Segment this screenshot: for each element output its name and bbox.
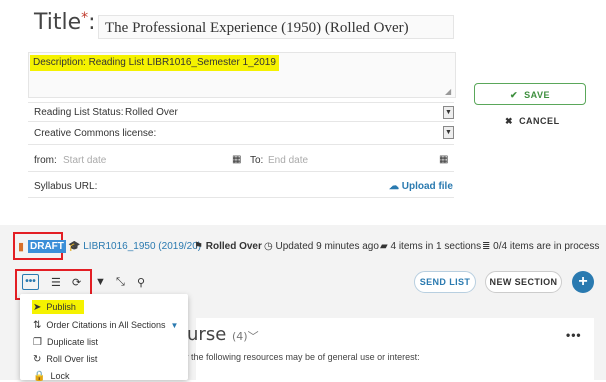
- start-date-input[interactable]: Start date: [63, 155, 106, 166]
- divider: [28, 171, 454, 172]
- menu-item-lock[interactable]: 🔒 Lock: [33, 371, 69, 382]
- section-title[interactable]: ourse (4)﹀: [176, 324, 259, 345]
- menu-item-publish-label: ➤ Publish: [33, 302, 76, 313]
- cancel-button[interactable]: ✖ CANCEL: [505, 116, 560, 127]
- status-label: Reading List Status:: [34, 107, 124, 118]
- title-label: Title*:: [34, 10, 96, 35]
- filter-icon[interactable]: ▼: [95, 276, 106, 288]
- file-icon: ▮: [18, 241, 25, 253]
- chevron-down-icon[interactable]: ﹀: [248, 330, 259, 343]
- search-icon[interactable]: ⚲: [137, 276, 145, 289]
- syllabus-label: Syllabus URL:: [34, 181, 98, 192]
- divider: [28, 144, 454, 145]
- list-icon: ≣: [482, 241, 491, 252]
- lock-icon: 🔒: [33, 371, 46, 382]
- send-icon: ➤: [33, 302, 42, 313]
- updated-status: ◷ Updated 9 minutes ago: [264, 241, 379, 252]
- section-options-button[interactable]: •••: [566, 328, 582, 342]
- copy-icon: ❐: [33, 337, 42, 348]
- cc-label: Creative Commons license:: [34, 128, 157, 139]
- required-star: *: [81, 10, 89, 26]
- draft-badge[interactable]: DRAFT: [28, 240, 66, 253]
- end-date-input[interactable]: End date: [268, 155, 308, 166]
- calendar-icon[interactable]: ▦: [232, 154, 241, 165]
- status-select[interactable]: Rolled Over: [125, 107, 178, 118]
- close-icon: ✖: [505, 116, 514, 126]
- menu-item-order[interactable]: ⇅ Order Citations in All Sections ▼: [33, 320, 178, 331]
- section-count: (4): [232, 330, 248, 343]
- process-count: ≣ 0/4 items are in process: [482, 241, 600, 252]
- add-button[interactable]: +: [572, 271, 594, 293]
- menu-item-duplicate[interactable]: ❐ Duplicate list: [33, 337, 98, 348]
- save-button[interactable]: ✔ SAVE: [474, 83, 586, 105]
- chevron-down-icon[interactable]: ▼: [443, 106, 454, 119]
- upload-file-link[interactable]: ☁ Upload file: [389, 181, 453, 192]
- course-link[interactable]: 🎓 LIBR1016_1950 (2019/20): [68, 241, 201, 252]
- check-icon: ✔: [510, 90, 519, 100]
- description-text: Description: Reading List LIBR1016_Semes…: [30, 55, 279, 71]
- new-section-button[interactable]: NEW SECTION: [485, 271, 562, 293]
- to-label: To:: [250, 155, 264, 166]
- rolled-over-status: ⚑ Rolled Over: [194, 241, 262, 252]
- rollover-icon: ↻: [33, 354, 42, 365]
- divider: [28, 197, 454, 198]
- divider: [28, 121, 454, 122]
- collapse-icon[interactable]: ⤡: [116, 276, 125, 289]
- menu-item-rollover[interactable]: ↻ Roll Over list: [33, 354, 97, 365]
- book-icon: ▰: [380, 241, 388, 252]
- list-view-icon[interactable]: ☰: [51, 276, 61, 289]
- from-label: from:: [34, 155, 57, 166]
- calendar-icon[interactable]: ▦: [439, 154, 448, 165]
- title-input[interactable]: The Professional Experience (1950) (Roll…: [98, 15, 454, 39]
- clock-icon: ◷: [264, 241, 273, 252]
- resize-handle-icon[interactable]: ◢: [445, 87, 451, 96]
- send-list-button[interactable]: SEND LIST: [414, 271, 476, 293]
- refresh-icon[interactable]: ⟳: [72, 276, 81, 289]
- chevron-down-icon[interactable]: ▼: [443, 126, 454, 139]
- graduation-cap-icon: 🎓: [68, 241, 81, 252]
- caret-down-icon: ▼: [170, 321, 179, 330]
- divider: [28, 102, 454, 103]
- flag-icon: ⚑: [194, 241, 203, 252]
- cloud-upload-icon: ☁: [389, 181, 399, 192]
- section-description: ver the following resources may be of ge…: [176, 352, 420, 362]
- more-options-button[interactable]: •••: [22, 274, 39, 290]
- items-count: ▰ 4 items in 1 sections: [380, 241, 482, 252]
- sort-icon: ⇅: [33, 320, 42, 331]
